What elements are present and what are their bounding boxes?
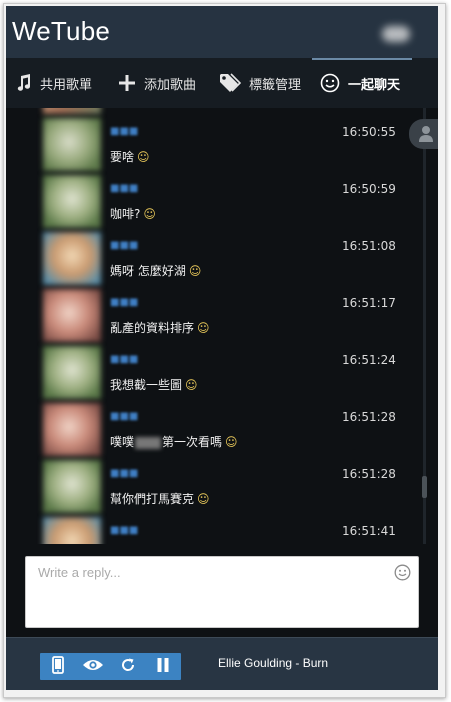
- smiley-icon: ☺: [143, 207, 156, 221]
- tab-bar: 共用歌單 添加歌曲 標籤管理 一起聊天: [6, 58, 438, 108]
- mobile-button[interactable]: [40, 653, 75, 680]
- chat-message: ■■■ 16:50:59 咖啡? ☺: [6, 172, 438, 229]
- wetube-app: WeTube 共用歌單 添加歌曲 標籤管理 一起聊天 ■■■ 16:50:55 …: [6, 6, 438, 690]
- sender-name: ■■■: [110, 126, 139, 137]
- smiley-icon: [320, 73, 340, 93]
- reply-area: [6, 544, 438, 636]
- avatar: [43, 108, 101, 114]
- refresh-button[interactable]: [110, 653, 145, 680]
- reply-box[interactable]: [25, 556, 419, 628]
- message-text: 幫你們打馬賽克 ☺: [110, 492, 210, 506]
- message-time: 16:51:28: [342, 467, 396, 481]
- message-time: 16:51:41: [342, 524, 396, 538]
- avatar: [43, 118, 101, 171]
- tag-icon: [219, 73, 241, 93]
- chat-messages[interactable]: ■■■ 16:50:55 要啥 ☺ ■■■ 16:50:59 咖啡? ☺ ■■■ 1…: [6, 108, 438, 544]
- tab-shared-playlist[interactable]: 共用歌單: [16, 58, 92, 108]
- sender-name: ■■■: [110, 354, 139, 365]
- message-text: 要啥 ☺: [110, 150, 150, 164]
- avatar: [43, 346, 101, 399]
- censored-name: [135, 436, 162, 449]
- smiley-icon: ☺: [137, 150, 150, 164]
- chat-message: ■■■ 16:51:41: [6, 514, 438, 544]
- plus-icon: [118, 74, 136, 92]
- message-time: 16:51:24: [342, 353, 396, 367]
- sender-name: ■■■: [110, 183, 139, 194]
- online-users-tab[interactable]: [409, 119, 438, 149]
- message-time: 16:50:55: [342, 125, 396, 139]
- avatar: [43, 232, 101, 285]
- watch-button[interactable]: [75, 653, 110, 680]
- message-time: 16:51:08: [342, 239, 396, 253]
- avatar: [43, 460, 101, 513]
- chat-scrollbar-thumb[interactable]: [422, 476, 427, 498]
- pause-button[interactable]: [145, 653, 180, 680]
- smiley-icon: ☺: [185, 378, 198, 392]
- message-text: 咖啡? ☺: [110, 207, 156, 221]
- tab-label: 一起聊天: [348, 77, 401, 93]
- avatar: [43, 289, 101, 342]
- emoji-picker-icon[interactable]: [394, 564, 411, 585]
- message-time: 16:51:17: [342, 296, 396, 310]
- message-text: 亂產的資料排序 ☺: [110, 321, 210, 335]
- sender-name: ■■■: [110, 411, 139, 422]
- tab-tag-manager[interactable]: 標籤管理: [219, 58, 301, 108]
- reply-input[interactable]: [26, 557, 398, 587]
- user-icon: [418, 125, 434, 147]
- chat-message: ■■■ 16:51:08 媽呀 怎麼好湖 ☺: [6, 229, 438, 286]
- eye-icon: [82, 657, 104, 676]
- chat-message: [6, 108, 438, 115]
- sender-name: ■■■: [110, 525, 139, 536]
- tab-label: 添加歌曲: [144, 77, 197, 93]
- tab-add-song[interactable]: 添加歌曲: [118, 58, 196, 108]
- chat-message: ■■■ 16:50:55 要啥 ☺: [6, 115, 438, 172]
- smiley-icon: ☺: [225, 435, 238, 449]
- now-playing-title: Ellie Goulding - Burn: [218, 656, 329, 670]
- chat-message: ■■■ 16:51:28 幫你們打馬賽克 ☺: [6, 457, 438, 514]
- smiley-icon: ☺: [197, 492, 210, 506]
- message-time: 16:51:28: [342, 410, 396, 424]
- app-header: WeTube: [6, 6, 438, 58]
- app-title: WeTube: [12, 16, 111, 46]
- smiley-icon: ☺: [188, 264, 202, 278]
- message-text: 媽呀 怎麼好湖 ☺: [110, 264, 202, 278]
- tab-label: 標籤管理: [249, 77, 302, 93]
- tab-label: 共用歌單: [40, 77, 93, 93]
- player-bar: Ellie Goulding - Burn: [6, 637, 438, 690]
- tab-group-chat[interactable]: 一起聊天: [312, 58, 412, 106]
- refresh-icon: [120, 657, 136, 677]
- chat-message: ■■■ 16:51:24 我想截一些圖 ☺: [6, 343, 438, 400]
- sender-name: ■■■: [110, 297, 139, 308]
- chat-message: ■■■ 16:51:28 噗噗 第一次看嗎 ☺: [6, 400, 438, 457]
- avatar: [43, 175, 101, 228]
- message-text: 噗噗 第一次看嗎 ☺: [110, 435, 238, 449]
- pause-icon: [156, 657, 170, 677]
- message-time: 16:50:59: [342, 182, 396, 196]
- sender-name: ■■■: [110, 468, 139, 479]
- message-text: 我想截一些圖 ☺: [110, 378, 198, 392]
- avatar: [43, 403, 101, 456]
- smiley-icon: ☺: [197, 321, 210, 335]
- phone-icon: [51, 655, 64, 678]
- music-note-icon: [16, 74, 32, 92]
- avatar: [43, 517, 101, 544]
- chat-message: ■■■ 16:51:17 亂產的資料排序 ☺: [6, 286, 438, 343]
- sender-name: ■■■: [110, 240, 139, 251]
- player-controls: [40, 653, 181, 680]
- user-avatar[interactable]: [382, 26, 410, 42]
